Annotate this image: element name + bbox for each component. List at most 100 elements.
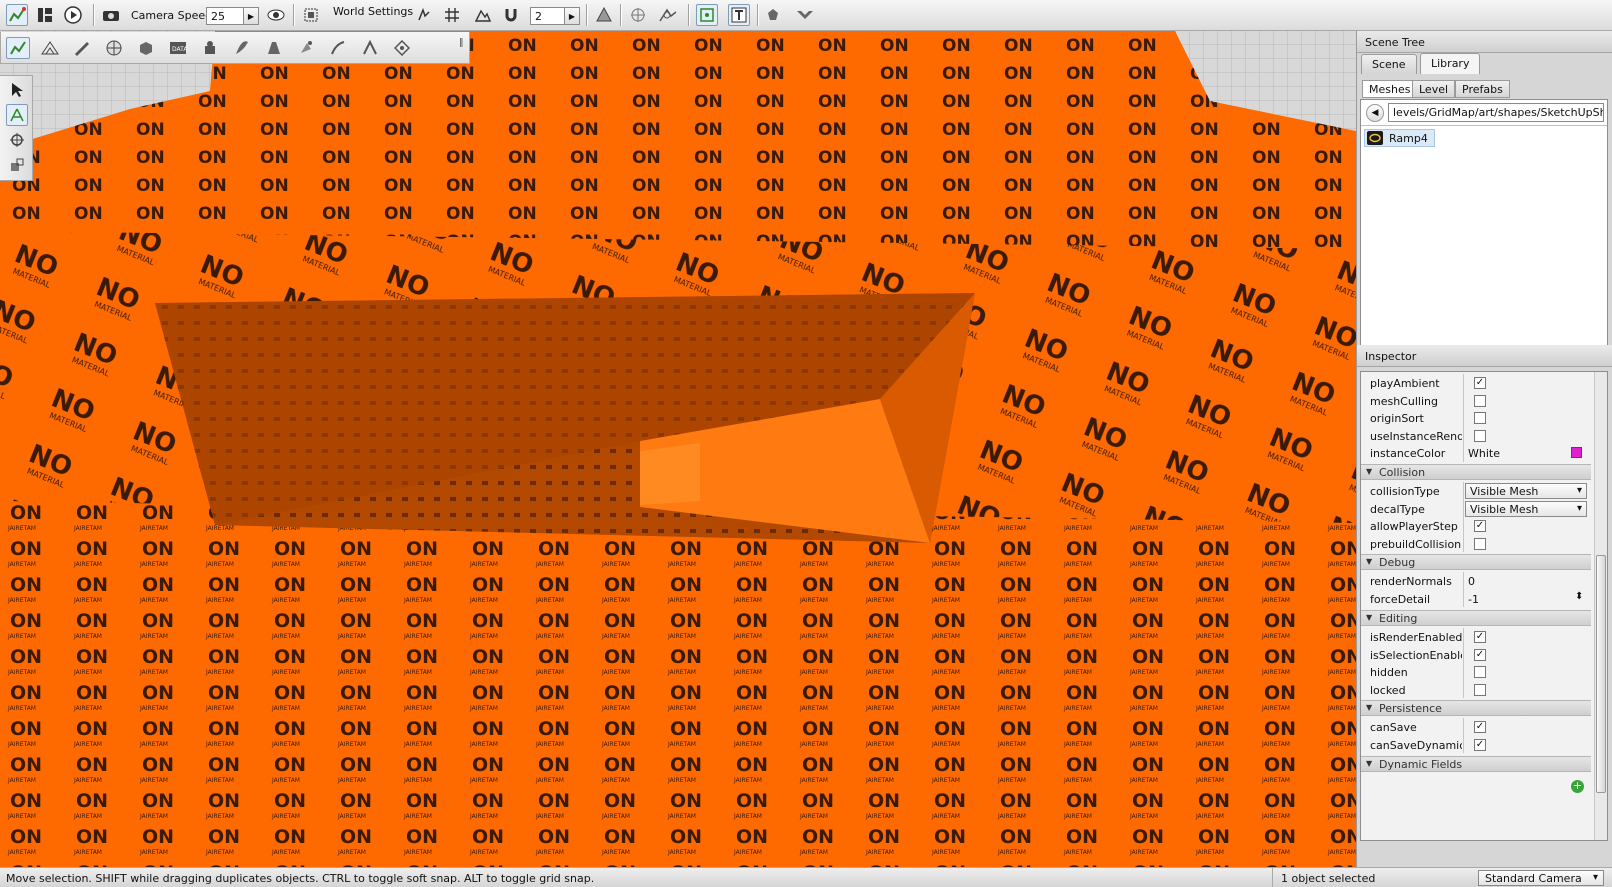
shape-editor-icon[interactable] <box>390 37 414 59</box>
camera-speed-spinner[interactable]: ▶ <box>243 7 259 25</box>
scrollbar-thumb[interactable] <box>1596 555 1606 793</box>
road-editor-icon[interactable] <box>358 37 382 59</box>
mesh-culling-checkbox[interactable] <box>1474 394 1486 407</box>
library-path-field[interactable]: levels/GridMap/art/shapes/SketchUpShapes <box>1388 103 1604 122</box>
particle-editor-icon[interactable] <box>294 37 318 59</box>
back-arrow-icon[interactable]: ◀ <box>1366 104 1384 122</box>
property-label: playAmbient <box>1370 377 1440 390</box>
terrain-snap-icon[interactable] <box>472 4 494 26</box>
decal-type-dropdown[interactable]: Visible Mesh <box>1465 500 1587 517</box>
camera-speed-field[interactable]: 25 <box>206 7 244 25</box>
datablock-editor-icon[interactable]: DATA <box>166 37 190 59</box>
prebuild-collision-checkbox[interactable] <box>1474 537 1486 550</box>
fit-selection-icon[interactable] <box>696 4 718 26</box>
instance-color-value[interactable]: White <box>1468 447 1500 460</box>
allow-player-step-checkbox[interactable]: ✓ <box>1474 520 1486 532</box>
can-save-dynamic-checkbox[interactable]: ✓ <box>1474 738 1486 751</box>
world-editor-icon[interactable] <box>6 4 28 26</box>
library-item-ramp4[interactable]: Ramp4 <box>1364 129 1435 147</box>
group-label: Dynamic Fields <box>1379 758 1463 771</box>
screenshot-icon[interactable] <box>300 4 322 26</box>
select-arrow-icon[interactable] <box>6 79 28 101</box>
gui-editor-icon[interactable] <box>34 4 56 26</box>
world-settings-label[interactable]: World Settings <box>333 5 413 18</box>
library-list: Ramp4 <box>1361 125 1607 351</box>
play-ambient-checkbox[interactable]: ✓ <box>1474 377 1486 389</box>
inspector-title: Inspector <box>1357 345 1612 367</box>
tab-library[interactable]: Library <box>1420 53 1481 74</box>
grid-size-field[interactable]: 2 <box>530 7 566 25</box>
inspector-scrollbar[interactable] <box>1594 372 1607 840</box>
camera-speed-label: Camera Speed <box>131 9 213 22</box>
grid-size-spinner[interactable]: ▶ <box>564 7 580 25</box>
world-transform-icon[interactable] <box>657 4 679 26</box>
editing-group-header[interactable]: ▼ Editing <box>1361 610 1591 626</box>
camera-icon[interactable] <box>100 4 122 26</box>
persistence-group-header[interactable]: ▼ Persistence <box>1361 700 1591 716</box>
can-save-checkbox[interactable]: ✓ <box>1474 721 1486 733</box>
rotate-tool-icon[interactable] <box>6 129 28 151</box>
debug-group-header[interactable]: ▼ Debug <box>1361 554 1591 570</box>
hidden-checkbox[interactable] <box>1474 666 1486 678</box>
sketch-tool-icon[interactable] <box>134 37 158 59</box>
toolbar-collapse-handle[interactable]: ‖ <box>459 38 467 58</box>
group-label: Collision <box>1379 466 1426 479</box>
subtab-prefabs[interactable]: Prefabs <box>1455 80 1510 98</box>
property-row: meshCulling <box>1361 391 1591 409</box>
collapse-arrow-icon: ▼ <box>1366 703 1373 712</box>
terrain-editor-icon[interactable] <box>38 37 62 59</box>
object-editor-icon[interactable] <box>6 37 30 59</box>
play-icon[interactable] <box>62 4 84 26</box>
locked-checkbox[interactable] <box>1474 683 1486 696</box>
tab-scene[interactable]: Scene <box>1361 54 1417 74</box>
property-row: decalType Visible Mesh <box>1361 499 1591 517</box>
move-tool-icon[interactable] <box>6 104 28 126</box>
editor-tools-toolbar: DATA ‖ <box>0 32 470 64</box>
property-label: forceDetail <box>1370 592 1431 606</box>
property-label: allowPlayerStep <box>1370 520 1458 533</box>
property-row: canSave ✓ <box>1361 718 1591 736</box>
force-detail-spinner[interactable]: ⬍ <box>1575 591 1583 602</box>
group-label: Editing <box>1379 612 1418 625</box>
grid-snap-icon[interactable] <box>441 4 463 26</box>
3d-viewport[interactable]: ON JAIRETAM NO MATERIAL ON <box>0 31 1356 867</box>
library-browser: ◀ levels/GridMap/art/shapes/SketchUpShap… <box>1360 99 1608 352</box>
visibility-eye-icon[interactable] <box>265 4 287 26</box>
drop-below-camera-icon[interactable] <box>794 4 816 26</box>
instance-color-swatch[interactable] <box>1571 447 1582 458</box>
render-normals-field[interactable]: 0 <box>1468 575 1475 588</box>
scale-tool-icon[interactable] <box>6 154 28 176</box>
is-render-enabled-checkbox[interactable]: ✓ <box>1474 631 1486 643</box>
object-center-icon[interactable] <box>593 4 615 26</box>
property-row: instanceColor White <box>1361 444 1591 462</box>
subtab-meshes[interactable]: Meshes <box>1362 80 1418 98</box>
collision-group-header[interactable]: ▼ Collision <box>1361 464 1591 480</box>
property-label: isRenderEnabled <box>1370 631 1462 644</box>
property-label: renderNormals <box>1370 575 1452 588</box>
use-instance-render-checkbox[interactable] <box>1474 429 1486 442</box>
subtab-level[interactable]: Level <box>1412 80 1456 98</box>
dynamic-fields-group-header[interactable]: ▼ Dynamic Fields <box>1361 756 1591 772</box>
collapse-arrow-icon: ▼ <box>1366 467 1373 476</box>
inspector-properties: playAmbient ✓ meshCulling originSort use… <box>1360 371 1608 841</box>
terrain-painter-icon[interactable] <box>70 37 94 59</box>
mesh-road-editor-icon[interactable] <box>262 37 286 59</box>
camera-mode-dropdown[interactable]: Standard Camera <box>1478 870 1604 886</box>
drop-at-camera-icon[interactable] <box>762 4 784 26</box>
material-editor-icon[interactable] <box>102 37 126 59</box>
force-detail-field[interactable]: -1 <box>1468 593 1479 606</box>
collision-type-dropdown[interactable]: Visible Mesh <box>1465 483 1587 499</box>
property-row: locked <box>1361 680 1591 698</box>
forest-editor-icon[interactable] <box>230 37 254 59</box>
decal-editor-icon[interactable] <box>198 37 222 59</box>
is-selection-enabled-checkbox[interactable]: ✓ <box>1474 648 1486 661</box>
svg-text:DATA: DATA <box>172 46 187 53</box>
magnet-icon[interactable] <box>500 4 522 26</box>
bounds-center-icon[interactable] <box>627 4 649 26</box>
property-row: playAmbient ✓ <box>1361 374 1591 392</box>
river-editor-icon[interactable] <box>326 37 350 59</box>
origin-sort-checkbox[interactable] <box>1474 412 1486 424</box>
text-labels-icon[interactable] <box>728 4 750 26</box>
snap-to-object-icon[interactable] <box>413 4 435 26</box>
add-field-icon[interactable]: + <box>1571 780 1584 793</box>
